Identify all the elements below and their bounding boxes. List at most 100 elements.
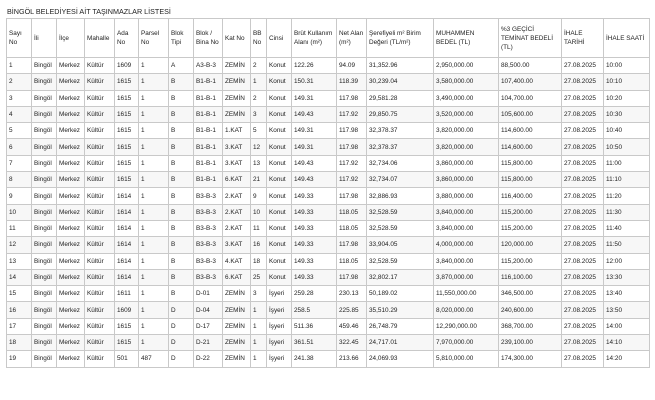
table-cell: B3-B-3	[193, 203, 223, 221]
table-cell: Bingöl	[31, 317, 57, 336]
table-cell: 3,820,000.00	[433, 138, 499, 156]
table-cell: Bingöl	[31, 105, 57, 124]
table-row: 15 Bingöl Merkez Kültür 1611 1 B D-01 ZEMİN 3 İşye…	[6, 285, 650, 303]
table-body: 1 Bingöl Merkez Kültür 1609 1 A A3-B-3 ZEMİN 2 Kon…	[6, 56, 650, 368]
header-row: Sayı No İli İlçe Mahalle Ada No Parsel No Blok…	[6, 18, 650, 58]
table-cell: 4.KAT	[222, 252, 251, 270]
table-row: 9 Bingöl Merkez Kültür 1614 1 B B3-B-3 2.KAT 9 Kon…	[6, 187, 650, 205]
table-cell: 105,600.00	[498, 105, 562, 124]
document-title: BİNGÖL BELEDİYESİ AİT TAŞINMAZLAR LİSTES…	[7, 7, 171, 16]
table-cell: 27.08.2025	[561, 334, 604, 352]
table-cell: 6.KAT	[222, 171, 251, 189]
table-cell: ZEMİN	[222, 105, 251, 124]
table-cell: B3-B-3	[193, 187, 223, 205]
table-cell: Bingöl	[31, 89, 57, 107]
table-row: 13 Bingöl Merkez Kültür 1614 1 B B3-B-3 4.KAT 18 K…	[6, 252, 650, 270]
table-cell: 10	[250, 203, 267, 221]
table-cell: 3,520,000.00	[433, 105, 499, 124]
table-cell: 149.31	[291, 138, 337, 156]
table-cell: B	[168, 252, 194, 270]
table-cell: 32,734.06	[366, 154, 434, 173]
table-cell: 24,069.93	[366, 350, 434, 368]
table-cell: Merkez	[56, 105, 85, 124]
table-cell: 3,840,000.00	[433, 219, 499, 238]
table-cell: İşyeri	[266, 317, 292, 336]
table-cell: 10:20	[603, 89, 650, 107]
table-cell: 27.08.2025	[561, 285, 604, 303]
table-cell: D-17	[193, 317, 223, 336]
column-header: Parsel No	[138, 18, 169, 58]
table-cell: 3,490,000.00	[433, 89, 499, 107]
table-cell: 1	[138, 138, 169, 156]
table-cell: 120,000.00	[498, 236, 562, 254]
table-cell: 1609	[114, 56, 139, 75]
table-row: 18 Bingöl Merkez Kültür 1615 1 D D-21 ZEMİN 1 İşye…	[6, 334, 650, 352]
table-row: 17 Bingöl Merkez Kültür 1615 1 D D-17 ZEMİN 1 İşye…	[6, 317, 650, 336]
table-cell: 1614	[114, 187, 139, 205]
table-cell: D-01	[193, 285, 223, 303]
table-cell: Konut	[266, 154, 292, 173]
table-cell: 1	[138, 285, 169, 303]
table-cell: 107,400.00	[498, 73, 562, 91]
table-cell: 15	[6, 285, 32, 303]
column-header: Brüt Kullanım Alanı (m²)	[291, 18, 337, 58]
table-cell: 1609	[114, 301, 139, 319]
table-cell: 13	[6, 252, 32, 270]
table-cell: 117.98	[336, 89, 367, 107]
table-cell: 1	[138, 56, 169, 75]
table-cell: 1	[138, 334, 169, 352]
table-cell: 27.08.2025	[561, 252, 604, 270]
table-cell: 10:00	[603, 56, 650, 75]
table-cell: 32,734.07	[366, 171, 434, 189]
table-cell: 114,600.00	[498, 122, 562, 140]
table-cell: 1	[138, 268, 169, 287]
table-cell: 117.98	[336, 236, 367, 254]
table-row: 14 Bingöl Merkez Kültür 1614 1 B B3-B-3 6.KAT 25 K…	[6, 268, 650, 287]
property-table: Sayı No İli İlçe Mahalle Ada No Parsel No Blok…	[6, 18, 650, 368]
table-cell: 4	[6, 105, 32, 124]
table-cell: 1	[138, 171, 169, 189]
table-row: 6 Bingöl Merkez Kültür 1615 1 B B1-B-1 3.KAT 12 Ko…	[6, 138, 650, 156]
table-cell: 3,820,000.00	[433, 122, 499, 140]
table-cell: Bingöl	[31, 187, 57, 205]
table-cell: 8,020,000.00	[433, 301, 499, 319]
table-cell: 18	[6, 334, 32, 352]
table-cell: B	[168, 105, 194, 124]
table-cell: 3,870,000.00	[433, 268, 499, 287]
table-cell: 10:40	[603, 122, 650, 140]
table-cell: 13	[250, 154, 267, 173]
table-cell: 2.KAT	[222, 187, 251, 205]
table-cell: 2	[6, 73, 32, 91]
table-cell: 11:30	[603, 203, 650, 221]
table-cell: Konut	[266, 268, 292, 287]
table-cell: 27.08.2025	[561, 171, 604, 189]
table-cell: 32,802.17	[366, 268, 434, 287]
table-cell: Kültür	[84, 350, 115, 368]
table-cell: 150.31	[291, 73, 337, 91]
table-cell: B	[168, 171, 194, 189]
table-cell: 1	[138, 301, 169, 319]
table-row: 12 Bingöl Merkez Kültür 1614 1 B B3-B-3 3.KAT 16 K…	[6, 236, 650, 254]
table-cell: 117.98	[336, 187, 367, 205]
table-cell: 3	[250, 105, 267, 124]
table-cell: 16	[250, 236, 267, 254]
table-cell: 239,100.00	[498, 334, 562, 352]
table-cell: 18	[250, 252, 267, 270]
table-cell: 8	[6, 171, 32, 189]
table-cell: 1	[138, 89, 169, 107]
table-cell: 118.39	[336, 73, 367, 91]
table-cell: 21	[250, 171, 267, 189]
table-row: 16 Bingöl Merkez Kültür 1609 1 D D-04 ZEMİN 1 İşye…	[6, 301, 650, 319]
table-cell: 117.92	[336, 171, 367, 189]
table-cell: B1-B-1	[193, 171, 223, 189]
column-header: MUHAMMEN BEDEL (TL)	[433, 18, 499, 58]
table-cell: 35,510.29	[366, 301, 434, 319]
table-cell: D	[168, 301, 194, 319]
table-cell: ZEMİN	[222, 56, 251, 75]
table-cell: Merkez	[56, 187, 85, 205]
table-cell: 259.28	[291, 285, 337, 303]
table-cell: İşyeri	[266, 285, 292, 303]
table-cell: 115,200.00	[498, 219, 562, 238]
table-cell: 511.36	[291, 317, 337, 336]
table-cell: 115,200.00	[498, 252, 562, 270]
